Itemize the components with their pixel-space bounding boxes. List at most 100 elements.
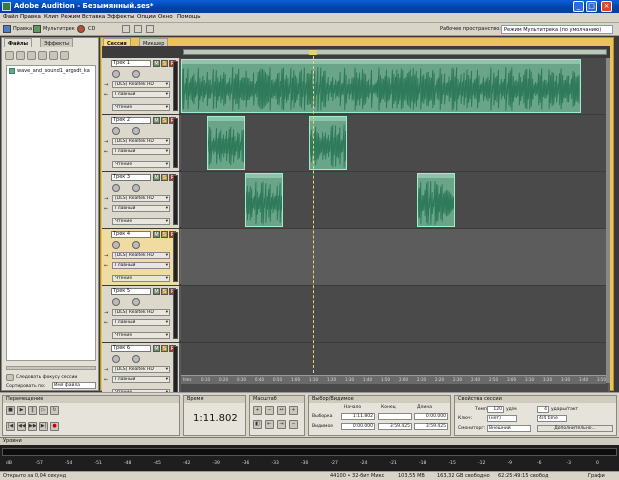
output-select[interactable]: Главный ▾ (112, 205, 170, 212)
pan-knob[interactable] (132, 127, 140, 135)
zoom-out-vertical-icon[interactable]: − (289, 420, 298, 429)
pan-knob[interactable] (132, 298, 140, 306)
output-select[interactable]: Главный ▾ (112, 148, 170, 155)
output-select[interactable]: Главный ▾ (112, 262, 170, 269)
multitrack-view-button[interactable]: Мультитрек (43, 26, 75, 32)
clip-header[interactable] (246, 174, 282, 178)
view-length-field[interactable]: 3:59.425 (414, 423, 448, 430)
solo-button[interactable]: S (161, 288, 168, 295)
input-select[interactable]: [DLS] Realtek HD ▾ (112, 138, 170, 145)
automation-mode-select[interactable]: Чтение ▾ (112, 104, 170, 111)
input-select[interactable]: [DLS] Realtek HD ▾ (112, 366, 170, 373)
cd-view-button[interactable]: CD (88, 26, 95, 32)
menu-help[interactable]: Помощь (177, 14, 200, 20)
mute-button[interactable]: M (153, 117, 160, 124)
volume-knob[interactable] (112, 298, 120, 306)
zoom-left-edge-icon[interactable]: ⇤ (265, 420, 274, 429)
volume-knob[interactable] (112, 70, 120, 78)
beats-per-bar-field[interactable]: 4 (537, 406, 549, 413)
pause-button[interactable]: ‖ (28, 406, 37, 415)
zoom-right-edge-icon[interactable]: ⇥ (277, 420, 286, 429)
play-button[interactable]: ▶ (17, 406, 26, 415)
track-name-field[interactable]: Трек 3 (111, 174, 151, 181)
cd-view-icon[interactable] (77, 25, 85, 33)
vertical-scrollbar[interactable] (606, 58, 610, 383)
loop-preview-icon[interactable] (60, 51, 69, 60)
advanced-button[interactable]: Дополнительно... (537, 425, 613, 432)
automation-mode-select[interactable]: Чтение ▾ (112, 275, 170, 282)
mute-button[interactable]: M (153, 60, 160, 67)
stop-button[interactable]: ■ (6, 406, 15, 415)
solo-button[interactable]: S (161, 345, 168, 352)
import-file-icon[interactable] (5, 51, 14, 60)
tab-effects[interactable]: Эффекты (40, 38, 73, 47)
time-selection-tool-icon[interactable] (146, 25, 154, 33)
insert-into-multitrack-icon[interactable] (27, 51, 36, 60)
clip-header[interactable] (208, 117, 244, 121)
workspace-select[interactable]: Режим Мультитрека (по умолчанию) (501, 25, 613, 34)
mute-button[interactable]: M (153, 174, 160, 181)
view-start-field[interactable]: 0:00.000 (341, 423, 375, 430)
menu-window[interactable]: Окно (158, 14, 173, 20)
file-list-item[interactable]: wave_and_sound1_argsdt_ka (17, 68, 95, 74)
zoom-to-selection-icon[interactable]: ◧ (253, 420, 262, 429)
pan-knob[interactable] (132, 184, 140, 192)
output-select[interactable]: Главный ▾ (112, 91, 170, 98)
pan-knob[interactable] (132, 355, 140, 363)
track-name-field[interactable]: Трек 4 (111, 231, 151, 238)
menu-options[interactable]: Опции (137, 14, 156, 20)
rewind-button[interactable]: ◀◀ (17, 422, 26, 431)
go-to-end-button[interactable]: ▶| (39, 422, 48, 431)
pan-knob[interactable] (132, 70, 140, 78)
zoom-out-full-icon[interactable]: ↔ (277, 406, 286, 415)
mute-button[interactable]: M (153, 231, 160, 238)
automation-mode-select[interactable]: Чтение ▾ (112, 332, 170, 339)
minimize-button[interactable]: _ (573, 1, 584, 12)
audio-clip[interactable] (245, 173, 283, 227)
track-lane[interactable] (181, 229, 608, 285)
solo-button[interactable]: S (161, 60, 168, 67)
menu-effects[interactable]: Эффекты (107, 14, 135, 20)
zoom-in-horizontal-icon[interactable]: + (253, 406, 262, 415)
menu-edit[interactable]: Правка (20, 14, 41, 20)
audio-clip[interactable] (417, 173, 455, 227)
input-select[interactable]: [DLS] Realtek HD ▾ (112, 195, 170, 202)
audio-clip[interactable] (309, 116, 347, 170)
play-from-cursor-button[interactable]: ▷ (39, 406, 48, 415)
maximize-button[interactable]: □ (586, 1, 597, 12)
monitoring-select[interactable]: Внешний (487, 425, 531, 432)
clip-header[interactable] (418, 174, 454, 178)
hybrid-tool-icon[interactable] (134, 25, 142, 33)
record-button[interactable]: ● (50, 422, 59, 431)
edit-view-icon[interactable] (3, 25, 11, 33)
mute-button[interactable]: M (153, 345, 160, 352)
selection-end-field[interactable] (378, 413, 412, 420)
tempo-field[interactable]: 120 (487, 406, 504, 413)
close-file-icon[interactable] (16, 51, 25, 60)
playhead-marker[interactable] (309, 50, 317, 55)
audio-clip[interactable] (207, 116, 245, 170)
track-lane[interactable] (181, 343, 608, 399)
track-name-field[interactable]: Трек 2 (111, 117, 151, 124)
menu-file[interactable]: Файл (3, 14, 18, 20)
clip-header[interactable] (182, 60, 580, 64)
menu-insert[interactable]: Вставка (82, 14, 105, 20)
volume-knob[interactable] (112, 127, 120, 135)
timeline-ruler[interactable]: hms 0:10 0:20 0:30 0:40 0:50 1:00 1:10 1:20 1:30 1… (181, 375, 606, 384)
follow-session-checkbox[interactable] (6, 374, 14, 381)
track-lane[interactable] (181, 58, 608, 114)
fast-forward-button[interactable]: ▶▶ (28, 422, 37, 431)
go-to-start-button[interactable]: |◀ (6, 422, 15, 431)
key-select[interactable]: (нет) (487, 415, 517, 422)
track-name-field[interactable]: Трек 6 (111, 345, 151, 352)
edit-view-button[interactable]: Правка (13, 26, 32, 32)
solo-button[interactable]: S (161, 174, 168, 181)
track-lane[interactable] (181, 286, 608, 342)
close-button[interactable]: × (601, 1, 612, 12)
track-name-field[interactable]: Трек 1 (111, 60, 151, 67)
output-select[interactable]: Главный ▾ (112, 319, 170, 326)
zoom-out-horizontal-icon[interactable]: − (265, 406, 274, 415)
multitrack-view-icon[interactable] (33, 25, 41, 33)
volume-knob[interactable] (112, 241, 120, 249)
output-select[interactable]: Главный ▾ (112, 376, 170, 383)
